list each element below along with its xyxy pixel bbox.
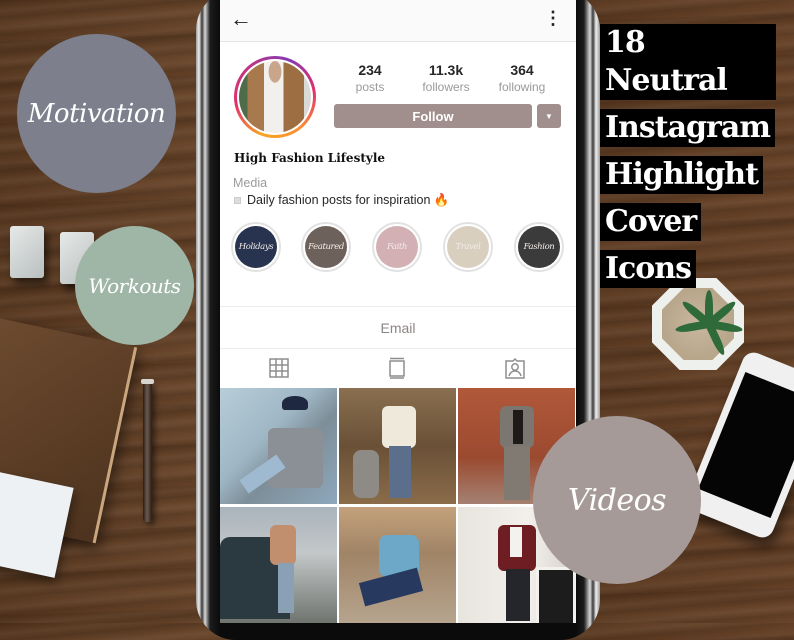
videos-label: Videos — [567, 482, 667, 518]
email-button[interactable]: Email — [220, 308, 576, 348]
headline-line: Highlight — [600, 156, 763, 194]
highlight-cover: Featured — [305, 226, 347, 268]
stat-following[interactable]: 364 following — [482, 62, 562, 94]
headline-line: Icons — [600, 250, 697, 288]
pen-cap — [141, 379, 154, 384]
profile-category: Media — [233, 176, 268, 190]
feed-icon[interactable] — [385, 356, 409, 380]
highlight-label: Faith — [387, 242, 407, 252]
stat-followers[interactable]: 11.3k followers — [406, 62, 486, 94]
pen — [143, 382, 152, 522]
instagram-profile-screen: ← ⋮ 234 posts 11.3k followers 364 follow… — [220, 0, 576, 623]
highlight-cover: Fashion — [518, 226, 560, 268]
headline-line: Cover — [600, 203, 702, 241]
more-vertical-icon[interactable]: ⋮ — [544, 9, 562, 27]
workouts-highlight-icon: Workouts — [75, 226, 194, 345]
motivation-highlight-icon: Motivation — [17, 34, 176, 193]
profile-avatar[interactable] — [234, 56, 316, 138]
avatar-image — [239, 61, 311, 133]
chevron-down-icon: ▼ — [545, 111, 553, 121]
post-thumbnail[interactable] — [339, 507, 456, 623]
post-grid — [220, 388, 576, 623]
top-bar: ← ⋮ — [220, 0, 576, 42]
stat-value: 11.3k — [428, 62, 464, 78]
paper-sheet — [0, 470, 74, 578]
highlight-featured[interactable]: Featured — [301, 222, 351, 272]
smartphone-prop-screen — [698, 371, 794, 519]
highlight-label: Holidays — [238, 242, 274, 252]
profile-name: High Fashion Lifestyle — [234, 151, 386, 165]
succulent-plant — [674, 290, 744, 357]
highlight-label: Fashion — [523, 242, 555, 252]
workouts-label: Workouts — [88, 273, 181, 298]
arrow-left-icon[interactable]: ← — [230, 8, 252, 30]
highlight-cover: Holidays — [235, 226, 277, 268]
videos-highlight-icon: Videos — [533, 416, 701, 584]
stat-posts[interactable]: 234 posts — [330, 62, 410, 94]
stat-label: following — [498, 80, 546, 94]
divider — [220, 348, 576, 349]
highlight-label: Featured — [308, 242, 344, 252]
profile-bio: Daily fashion posts for inspiration 🔥 — [234, 193, 449, 208]
headline-line: 18 Neutral — [600, 24, 776, 100]
highlight-fashion[interactable]: Fashion — [514, 222, 564, 272]
post-thumbnail[interactable] — [220, 388, 337, 504]
highlight-travel[interactable]: Travel — [443, 222, 493, 272]
stone-letter-e — [10, 226, 44, 278]
stat-value: 234 — [358, 62, 382, 78]
post-thumbnail[interactable] — [220, 507, 337, 623]
post-thumbnail[interactable] — [339, 388, 456, 504]
headline: 18 Neutral Instagram Highlight Cover Ico… — [600, 24, 776, 297]
follow-dropdown-button[interactable]: ▼ — [537, 104, 561, 128]
highlight-holidays[interactable]: Holidays — [231, 222, 281, 272]
motivation-label: Motivation — [27, 98, 166, 129]
stat-value: 364 — [510, 62, 534, 78]
highlight-label: Travel — [455, 242, 481, 252]
highlight-cover: Travel — [447, 226, 489, 268]
headline-line: Instagram — [600, 109, 775, 147]
highlight-faith[interactable]: Faith — [372, 222, 422, 272]
divider — [220, 306, 576, 307]
grid-icon[interactable] — [267, 356, 291, 380]
bio-text: Daily fashion posts for inspiration 🔥 — [247, 193, 450, 207]
bullet-icon — [234, 197, 241, 205]
stat-label: followers — [422, 80, 470, 94]
tagged-icon[interactable] — [503, 356, 527, 380]
stat-label: posts — [355, 80, 385, 94]
follow-button[interactable]: Follow — [334, 104, 532, 128]
highlight-cover: Faith — [376, 226, 418, 268]
